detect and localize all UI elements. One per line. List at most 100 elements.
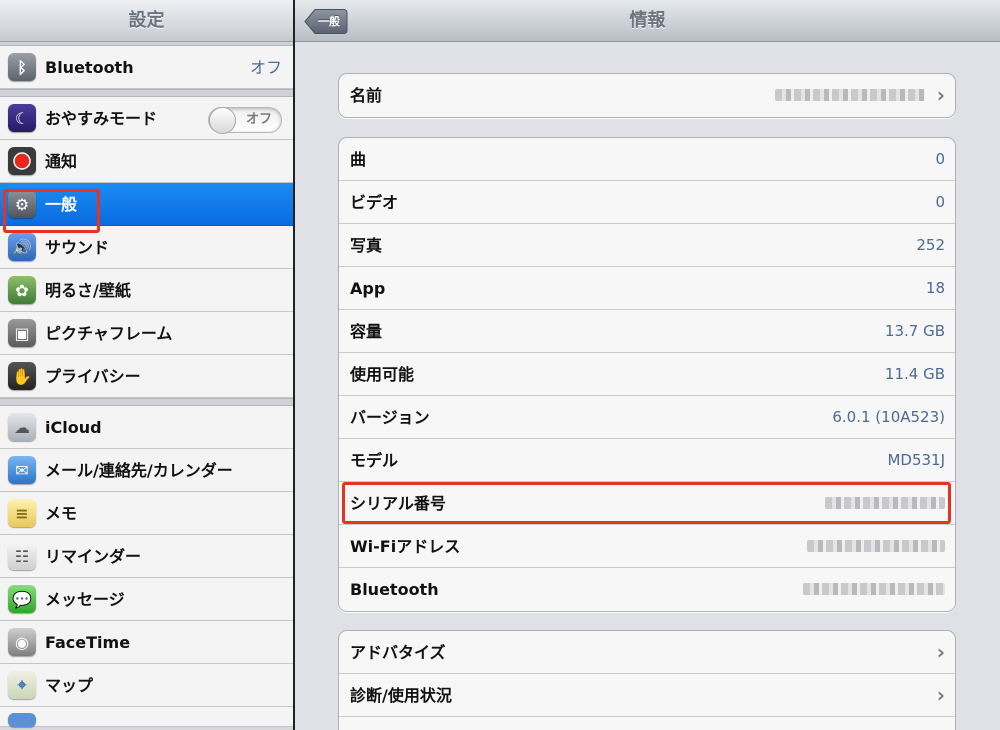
mail-icon: ✉: [8, 456, 36, 484]
sidebar-item-notes[interactable]: ≡ メモ: [0, 492, 293, 535]
info-row-bluetooth: Bluetooth: [339, 568, 955, 611]
sidebar-title: 設定: [0, 0, 293, 42]
info-row-available: 使用可能 11.4 GB: [339, 353, 955, 396]
diagnostics-usage-row[interactable]: 診断/使用状況 ›: [339, 674, 955, 717]
name-value-blurred: [775, 89, 925, 101]
sidebar-item-general[interactable]: ⚙ 一般: [0, 183, 293, 226]
row-label: モデル: [350, 451, 399, 470]
toggle-state-label: オフ: [245, 112, 272, 127]
sidebar-item-label: プライバシー: [45, 367, 141, 386]
chevron-right-icon: ›: [936, 683, 945, 707]
sidebar-item-privacy[interactable]: ✋ プライバシー: [0, 355, 293, 398]
info-row-wifi-address: Wi-Fiアドレス: [339, 525, 955, 568]
do-not-disturb-toggle[interactable]: オフ: [208, 107, 282, 134]
moon-icon: ☾: [8, 104, 36, 132]
sidebar-item-notifications[interactable]: 通知: [0, 140, 293, 183]
info-group: 曲 0 ビデオ 0 写真 252 App 18 容量 13.7 GB 使用可能 …: [338, 137, 956, 612]
row-label: 写真: [350, 236, 383, 255]
partial-app-icon: [8, 713, 36, 727]
messages-icon: 💬: [8, 585, 36, 613]
sidebar-item-label: メール/連絡先/カレンダー: [45, 461, 233, 480]
sidebar-item-label: 明るさ/壁紙: [45, 281, 131, 300]
row-value: 11.4 GB: [884, 365, 945, 383]
row-label: バージョン: [350, 408, 430, 427]
row-value: MD531J: [887, 451, 945, 469]
row-label: 名前: [350, 86, 383, 105]
sidebar-item-do-not-disturb: ☾ おやすみモード オフ: [0, 97, 293, 140]
bluetooth-address-blurred: [803, 583, 945, 595]
bluetooth-icon: ᛒ: [8, 53, 36, 81]
sidebar-item-facetime[interactable]: ◉ FaceTime: [0, 621, 293, 664]
name-row[interactable]: 名前 ›: [339, 74, 955, 117]
sidebar-item-label: サウンド: [45, 238, 110, 257]
row-value: 18: [925, 279, 945, 297]
sidebar-item-icloud[interactable]: ☁ iCloud: [0, 406, 293, 449]
sidebar-item-mail-contacts-calendars[interactable]: ✉ メール/連絡先/カレンダー: [0, 449, 293, 492]
advertising-row[interactable]: アドバタイズ ›: [339, 631, 955, 674]
facetime-icon: ◉: [8, 628, 36, 656]
row-label: アドバタイズ: [350, 643, 446, 662]
name-group: 名前 ›: [338, 73, 956, 118]
advertising-group: アドバタイズ › 診断/使用状況 ›: [338, 630, 956, 730]
about-detail-pane: 一般 情報 名前 › 曲 0 ビデオ 0 写真 252 App 18 容量 13…: [295, 0, 1000, 730]
bluetooth-status-value: オフ: [249, 58, 282, 77]
sidebar-item-messages[interactable]: 💬 メッセージ: [0, 578, 293, 621]
sidebar-item-label: Bluetooth: [45, 58, 134, 77]
info-row-photos: 写真 252: [339, 224, 955, 267]
gear-icon: ⚙: [8, 190, 36, 218]
sidebar-item-label: ピクチャフレーム: [45, 324, 173, 343]
notes-icon: ≡: [8, 499, 36, 527]
sidebar-item-label: 通知: [45, 152, 78, 171]
sidebar-item-label: メッセージ: [45, 590, 125, 609]
sidebar-separator: [0, 398, 293, 406]
sidebar-item-brightness-wallpaper[interactable]: ✿ 明るさ/壁紙: [0, 269, 293, 312]
row-value: 6.0.1 (10A523): [832, 408, 945, 426]
sidebar-item-reminders[interactable]: ☷ リマインダー: [0, 535, 293, 578]
detail-navigation-bar: 一般 情報: [295, 0, 1000, 42]
reminders-icon: ☷: [8, 542, 36, 570]
sidebar-item-label: マップ: [45, 676, 94, 695]
row-value: 0: [935, 150, 945, 168]
detail-title: 情報: [629, 10, 666, 31]
sidebar-item-picture-frame[interactable]: ▣ ピクチャフレーム: [0, 312, 293, 355]
sidebar-item-label: メモ: [45, 504, 78, 523]
row-label: 診断/使用状況: [350, 686, 452, 705]
sidebar-item-maps[interactable]: ⌖ マップ: [0, 664, 293, 707]
sidebar-item-sounds[interactable]: 🔊 サウンド: [0, 226, 293, 269]
sidebar-separator: [0, 89, 293, 97]
row-label: ビデオ: [350, 193, 399, 212]
row-label: シリアル番号: [350, 494, 446, 513]
cloud-icon: ☁: [8, 413, 36, 441]
serial-number-blurred: [825, 497, 945, 509]
row-value: 252: [916, 236, 945, 254]
info-row-serial-number: シリアル番号: [339, 482, 955, 525]
info-row-version: バージョン 6.0.1 (10A523): [339, 396, 955, 439]
row-label: Bluetooth: [350, 580, 439, 599]
info-row-videos: ビデオ 0: [339, 181, 955, 224]
chevron-right-icon: ›: [936, 640, 945, 664]
flower-icon: ✿: [8, 276, 36, 304]
speaker-icon: 🔊: [8, 233, 36, 261]
sidebar-item-label: リマインダー: [45, 547, 142, 566]
sidebar-item-label: 一般: [45, 195, 78, 214]
hand-icon: ✋: [8, 362, 36, 390]
settings-sidebar: 設定 ᛒ Bluetooth オフ ☾ おやすみモード オフ 通知 ⚙ 一般 🔊…: [0, 0, 293, 730]
toggle-knob: [209, 107, 236, 134]
sidebar-item-label: iCloud: [45, 418, 102, 437]
row-label: 使用可能: [350, 365, 415, 384]
info-row-apps: App 18: [339, 267, 955, 310]
sidebar-item-bluetooth[interactable]: ᛒ Bluetooth オフ: [0, 46, 293, 89]
notification-icon: [8, 147, 36, 175]
row-value: 0: [935, 193, 945, 211]
sidebar-item-label: おやすみモード: [45, 109, 158, 128]
sidebar-item-label: FaceTime: [45, 633, 131, 652]
row-value: 13.7 GB: [884, 322, 945, 340]
chevron-right-icon: ›: [936, 83, 945, 107]
info-row-capacity: 容量 13.7 GB: [339, 310, 955, 353]
info-row-model: モデル MD531J: [339, 439, 955, 482]
row-label: App: [350, 279, 386, 298]
row-label: 容量: [350, 322, 383, 341]
row-label: Wi-Fiアドレス: [350, 537, 461, 556]
sidebar-item-partial: [0, 707, 293, 727]
wifi-address-blurred: [807, 540, 945, 552]
